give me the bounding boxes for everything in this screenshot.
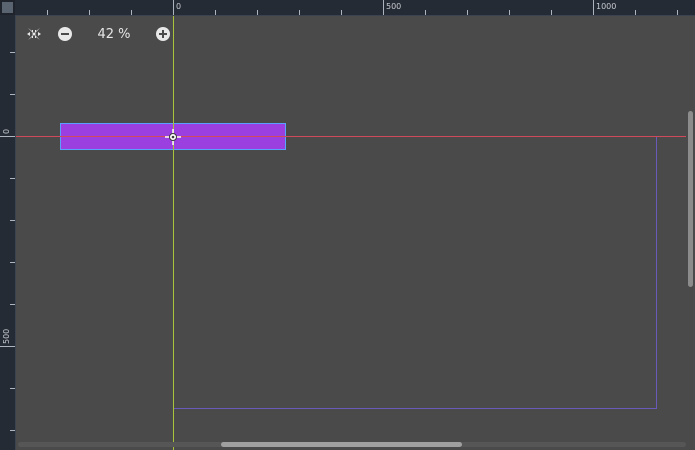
zoom-in-button[interactable] [154,25,172,43]
ruler-tick [10,178,15,179]
ruler-tick [10,220,15,221]
ruler-tick [635,10,636,15]
ruler-tick [383,0,384,15]
ruler-vertical[interactable]: 0 500 [0,15,16,450]
ruler-tick [0,136,15,137]
ruler-tick [677,10,678,15]
ruler-tick [551,10,552,15]
ruler-tick [47,10,48,15]
ruler-tick [257,10,258,15]
ruler-corner [0,0,15,15]
canvas-viewport[interactable]: 0 500 1000 0 500 42 % [0,0,695,450]
center-view-icon [27,28,41,40]
vertical-scrollbar-thumb[interactable] [688,111,693,287]
ruler-tick [299,10,300,15]
ruler-label-horizontal: 1000 [596,2,617,11]
ruler-tick [10,304,15,305]
ruler-horizontal[interactable]: 0 500 1000 [15,0,695,16]
zoom-in-icon [156,27,170,41]
ruler-label-horizontal: 0 [176,2,182,11]
ruler-tick [593,0,594,15]
ruler-tick [10,52,15,53]
ruler-tick [0,346,15,347]
ruler-label-vertical: 500 [2,328,11,344]
zoom-out-icon [58,27,72,41]
ruler-tick [341,10,342,15]
ruler-tick [215,10,216,15]
ruler-tick [10,430,15,431]
ruler-tick [10,94,15,95]
ruler-tick [89,10,90,15]
ruler-tick [10,388,15,389]
ruler-tick [10,262,15,263]
ruler-label-horizontal: 500 [386,2,402,11]
zoom-level-label[interactable]: 42 % [87,27,141,42]
ruler-label-vertical: 0 [2,128,11,134]
horizontal-scrollbar-thumb[interactable] [221,442,462,447]
ruler-tick [173,0,174,15]
viewport-frame [173,136,657,409]
ruler-tick [509,10,510,15]
center-view-button[interactable] [25,25,43,43]
scene-canvas[interactable] [0,0,695,450]
zoom-toolbar: 42 % [25,24,172,44]
zoom-out-button[interactable] [56,25,74,43]
ruler-tick [467,10,468,15]
ruler-tick [131,10,132,15]
ruler-tick [425,10,426,15]
